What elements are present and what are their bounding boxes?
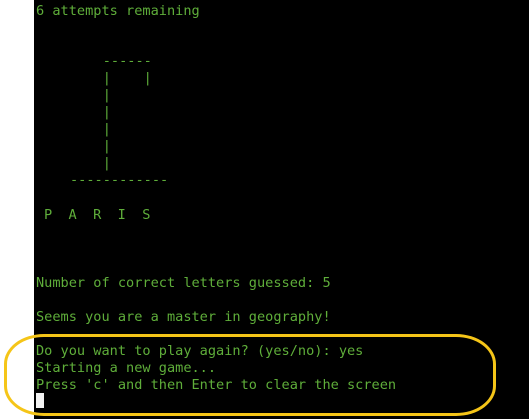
attempts-remaining-text: 6 attempts remaining <box>36 3 200 19</box>
page: 6 attempts remaining ------ | | | | | | … <box>0 0 529 419</box>
gallows-line-4: | <box>70 104 111 120</box>
play-again-prompt: Do you want to play again? (yes/no): yes <box>36 343 364 359</box>
gallows-base: ------------ <box>70 172 169 188</box>
correct-letters-count: Number of correct letters guessed: 5 <box>36 275 331 291</box>
gallows-line-1: ------ <box>70 53 152 69</box>
terminal-window[interactable]: 6 attempts remaining ------ | | | | | | … <box>34 0 529 419</box>
gallows-line-5: | <box>70 121 111 137</box>
clear-screen-hint: Press 'c' and then Enter to clear the sc… <box>36 377 397 393</box>
gallows-line-6: | <box>70 138 111 154</box>
result-message: Seems you are a master in geography! <box>36 309 331 325</box>
gallows-line-7: | <box>70 155 111 171</box>
guessed-word: P A R I S <box>44 207 151 223</box>
gallows-line-3: | <box>70 87 111 103</box>
new-game-status: Starting a new game... <box>36 360 217 376</box>
text-cursor[interactable] <box>36 393 44 408</box>
gallows-line-2: | | <box>70 70 152 86</box>
